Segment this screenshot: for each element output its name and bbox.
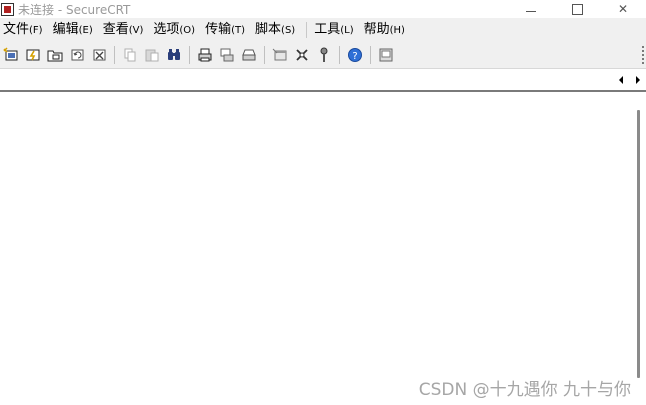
- minimize-icon: [526, 10, 536, 12]
- window-title: 未连接 - SecureCRT: [18, 2, 131, 17]
- print-button[interactable]: [194, 44, 215, 66]
- session-options-button[interactable]: [269, 44, 290, 66]
- screen-button[interactable]: [375, 44, 396, 66]
- title-bar: 未连接 - SecureCRT ✕: [0, 0, 646, 18]
- menu-file-label: 文件: [3, 21, 30, 37]
- reconnect-button[interactable]: [66, 44, 87, 66]
- disconnect-button[interactable]: [88, 44, 109, 66]
- scrollbar-thumb[interactable]: [637, 110, 640, 378]
- key-icon: [320, 47, 327, 62]
- connect-button[interactable]: [0, 44, 21, 66]
- menu-tools[interactable]: 工具(L): [311, 18, 360, 43]
- menu-script-label: 脚本: [255, 21, 282, 37]
- quick-connect-button[interactable]: [22, 44, 43, 66]
- menu-transfer[interactable]: 传输(T): [202, 18, 252, 43]
- menu-script-accel: (S): [281, 24, 296, 36]
- close-icon: ✕: [617, 2, 629, 16]
- session-options-icon: [272, 48, 286, 61]
- menu-file-accel: (F): [29, 24, 43, 36]
- menu-tools-label: 工具: [314, 21, 341, 37]
- paste-button[interactable]: [141, 44, 162, 66]
- menu-view-accel: (V): [128, 24, 144, 36]
- maximize-icon: [571, 3, 583, 15]
- menu-view-label: 查看: [102, 21, 129, 37]
- help-button[interactable]: ?: [344, 44, 365, 66]
- menu-options-label: 选项: [153, 21, 180, 37]
- menu-tools-accel: (L): [340, 24, 354, 36]
- arrow-left-icon: [619, 76, 623, 84]
- keymap-icon: [295, 49, 308, 61]
- toolbar-overflow-grip[interactable]: [642, 44, 645, 66]
- print-setup-button[interactable]: [216, 44, 237, 66]
- menu-help[interactable]: 帮助(H): [361, 18, 412, 43]
- menu-options-accel: (O): [179, 24, 196, 36]
- key-button[interactable]: [313, 44, 334, 66]
- toolbar-separator: [370, 46, 371, 64]
- menu-view[interactable]: 查看(V): [100, 18, 151, 43]
- toolbar-separator: [264, 46, 265, 64]
- connect-tab-icon: [47, 50, 62, 62]
- toolbar-separator: [189, 46, 190, 64]
- maximize-button[interactable]: [554, 0, 600, 18]
- menu-help-label: 帮助: [363, 21, 390, 37]
- print-icon: [198, 48, 211, 62]
- find-icon: [167, 49, 180, 60]
- tab-scroll-right-button[interactable]: [631, 73, 645, 87]
- connect-icon: [2, 47, 17, 61]
- menu-file[interactable]: 文件(F): [0, 18, 50, 43]
- screen-icon: [379, 48, 392, 62]
- disconnect-icon: [93, 49, 105, 61]
- print-selection-button[interactable]: [238, 44, 259, 66]
- print-setup-icon: [220, 48, 233, 62]
- toolbar-separator: [339, 46, 340, 64]
- session-tab-bar: [0, 69, 646, 92]
- menu-edit-label: 编辑: [52, 21, 79, 37]
- menu-help-accel: (H): [389, 24, 405, 36]
- minimize-button[interactable]: [508, 0, 554, 18]
- menu-edit[interactable]: 编辑(E): [50, 18, 100, 43]
- toolbar: ?: [0, 42, 646, 69]
- menu-edit-accel: (E): [78, 24, 93, 36]
- find-button[interactable]: [163, 44, 184, 66]
- svg-text:?: ?: [352, 51, 357, 62]
- close-button[interactable]: ✕: [600, 0, 646, 18]
- menu-options[interactable]: 选项(O): [150, 18, 202, 43]
- window-controls: ✕: [508, 0, 646, 18]
- vertical-scrollbar[interactable]: [630, 92, 646, 405]
- menu-separator: [306, 22, 308, 38]
- print-selection-icon: [241, 49, 256, 61]
- quick-connect-icon: [26, 49, 39, 61]
- menu-transfer-accel: (T): [231, 24, 246, 36]
- terminal-session-area[interactable]: [0, 92, 630, 405]
- menu-transfer-label: 传输: [205, 21, 232, 37]
- securecrt-app-icon: [1, 2, 14, 16]
- paste-icon: [145, 49, 158, 62]
- watermark-text: CSDN @十九遇你 九十与你: [418, 380, 631, 400]
- toolbar-separator: [114, 46, 115, 64]
- menu-bar: 文件(F) 编辑(E) 查看(V) 选项(O) 传输(T) 脚本(S) 工具(L…: [0, 18, 646, 42]
- keymap-button[interactable]: [291, 44, 312, 66]
- copy-button[interactable]: [119, 44, 140, 66]
- menu-script[interactable]: 脚本(S): [252, 18, 302, 43]
- help-icon: ?: [347, 48, 362, 62]
- arrow-right-icon: [636, 76, 640, 84]
- copy-icon: [124, 48, 135, 62]
- tab-scroll-left-button[interactable]: [614, 73, 628, 87]
- reconnect-icon: [71, 49, 83, 61]
- connect-tab-button[interactable]: [44, 44, 65, 66]
